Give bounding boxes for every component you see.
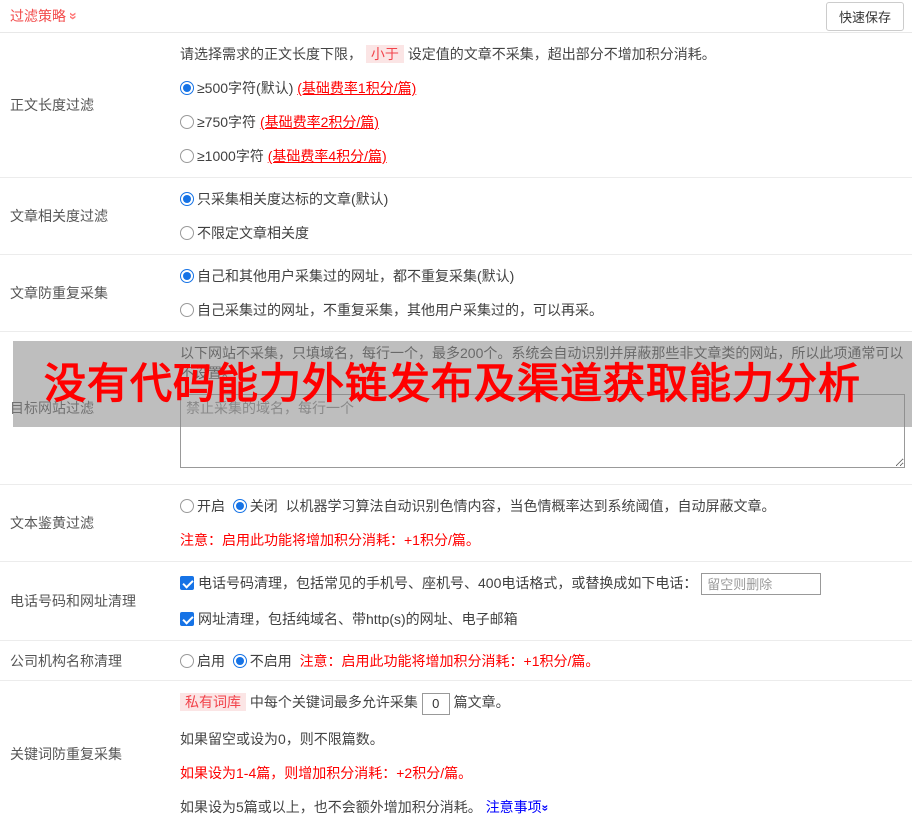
porn-filter-content: 开启 关闭 以机器学习算法自动识别色情内容，当色情概率达到系统阈值，自动屏蔽文章…: [170, 485, 912, 561]
row-company-cleanup: 公司机构名称清理 启用 不启用 注意：启用此功能将增加积分消耗：+1积分/篇。: [0, 641, 912, 681]
dedupe-label: 文章防重复采集: [0, 255, 170, 331]
notice-link-label: 注意事项: [486, 799, 542, 815]
radio-750[interactable]: [180, 115, 194, 129]
replacement-phone-input[interactable]: [701, 573, 821, 595]
radio-porn-on[interactable]: [180, 499, 194, 513]
length-desc-pre: 请选择需求的正文长度下限，: [180, 46, 362, 62]
notice-link[interactable]: 注意事项»: [486, 799, 549, 815]
relevance-option-strict[interactable]: 只采集相关度达标的文章(默认): [180, 182, 902, 216]
company-cleanup-label: 公司机构名称清理: [0, 641, 170, 680]
row-relevance-filter: 文章相关度过滤 只采集相关度达标的文章(默认) 不限定文章相关度: [0, 178, 912, 255]
length-filter-content: 请选择需求的正文长度下限， 小于 设定值的文章不采集，超出部分不增加积分消耗。 …: [170, 33, 912, 177]
porn-option-on-label[interactable]: 开启: [197, 498, 225, 514]
keyword-limit-line: 私有词库 中每个关键词最多允许采集 篇文章。: [180, 685, 902, 721]
row-porn-filter: 文本鉴黄过滤 开启 关闭 以机器学习算法自动识别色情内容，当色情概率达到系统阈值…: [0, 485, 912, 562]
relevance-filter-label: 文章相关度过滤: [0, 178, 170, 254]
dedupe-option-self-label[interactable]: 自己采集过的网址，不重复采集，其他用户采集过的，可以再采。: [197, 302, 603, 318]
radio-dedupe-self[interactable]: [180, 303, 194, 317]
length-option-1000[interactable]: ≥1000字符 (基础费率4积分/篇): [180, 139, 902, 173]
company-cleanup-content: 启用 不启用 注意：启用此功能将增加积分消耗：+1积分/篇。: [170, 641, 912, 680]
keyword-limit-suffix: 篇文章。: [454, 694, 510, 710]
row-length-filter: 正文长度过滤 请选择需求的正文长度下限， 小于 设定值的文章不采集，超出部分不增…: [0, 33, 912, 178]
row-dedupe: 文章防重复采集 自己和其他用户采集过的网址，都不重复采集(默认) 自己采集过的网…: [0, 255, 912, 332]
target-site-desc: 以下网站不采集，只填域名，每行一个，最多200个。系统会自动识别并屏蔽那些非文章…: [180, 336, 905, 390]
dedupe-content: 自己和其他用户采集过的网址，都不重复采集(默认) 自己采集过的网址，不重复采集，…: [170, 255, 912, 331]
length-filter-desc: 请选择需求的正文长度下限， 小于 设定值的文章不采集，超出部分不增加积分消耗。: [180, 37, 902, 71]
porn-filter-note: 注意：启用此功能将增加积分消耗：+1积分/篇。: [180, 523, 902, 557]
keyword-note-5plus-text: 如果设为5篇或以上，也不会额外增加积分消耗。: [180, 799, 482, 815]
porn-filter-label: 文本鉴黄过滤: [0, 485, 170, 561]
relevance-filter-content: 只采集相关度达标的文章(默认) 不限定文章相关度: [170, 178, 912, 254]
porn-option-off-label[interactable]: 关闭: [250, 498, 278, 514]
radio-relevance-any[interactable]: [180, 226, 194, 240]
target-site-content: 以下网站不采集，只填域名，每行一个，最多200个。系统会自动识别并屏蔽那些非文章…: [170, 332, 912, 484]
radio-company-on[interactable]: [180, 654, 194, 668]
section-title-filter-strategy[interactable]: 过滤策略 »: [10, 6, 78, 26]
company-option-on-label[interactable]: 启用: [197, 653, 225, 669]
phone-cleanup-line: 电话号码清理，包括常见的手机号、座机号、400电话格式，或替换成如下电话：: [180, 566, 902, 602]
keyword-note-5plus-line: 如果设为5篇或以上，也不会额外增加积分消耗。 注意事项»: [180, 790, 902, 824]
company-option-off-label[interactable]: 不启用: [250, 653, 292, 669]
relevance-option-strict-label[interactable]: 只采集相关度达标的文章(默认): [197, 191, 388, 207]
relevance-option-any[interactable]: 不限定文章相关度: [180, 216, 902, 250]
row-phone-url-cleanup: 电话号码和网址清理 电话号码清理，包括常见的手机号、座机号、400电话格式，或替…: [0, 562, 912, 641]
radio-porn-off-selected[interactable]: [233, 499, 247, 513]
keyword-dedupe-label: 关键词防重复采集: [0, 681, 170, 827]
length-option-1000-label[interactable]: ≥1000字符: [197, 148, 264, 164]
private-lexicon-tag: 私有词库: [180, 693, 246, 711]
section-header: 过滤策略 » 快速保存: [0, 0, 912, 33]
section-title-label: 过滤策略: [10, 6, 66, 26]
length-desc-post: 设定值的文章不采集，超出部分不增加积分消耗。: [408, 46, 716, 62]
length-filter-label: 正文长度过滤: [0, 33, 170, 177]
dedupe-option-all-users[interactable]: 自己和其他用户采集过的网址，都不重复采集(默认): [180, 259, 902, 293]
row-target-site-filter: 目标网站过滤 以下网站不采集，只填域名，每行一个，最多200个。系统会自动识别并…: [0, 332, 912, 485]
blocked-domains-textarea[interactable]: [180, 394, 905, 468]
keyword-note-zero: 如果留空或设为0，则不限篇数。: [180, 722, 902, 756]
target-site-label: 目标网站过滤: [0, 332, 170, 484]
radio-company-off-selected[interactable]: [233, 654, 247, 668]
radio-dedupe-all-selected[interactable]: [180, 269, 194, 283]
dedupe-option-all-label[interactable]: 自己和其他用户采集过的网址，都不重复采集(默认): [197, 268, 514, 284]
keyword-dedupe-content: 私有词库 中每个关键词最多允许采集 篇文章。 如果留空或设为0，则不限篇数。 如…: [170, 681, 912, 827]
quick-save-button[interactable]: 快速保存: [826, 2, 904, 31]
porn-filter-desc: 以机器学习算法自动识别色情内容，当色情概率达到系统阈值，自动屏蔽文章。: [286, 498, 776, 514]
length-option-750[interactable]: ≥750字符 (基础费率2积分/篇): [180, 105, 902, 139]
checkbox-phone-cleanup-checked[interactable]: [180, 576, 194, 590]
checkbox-url-cleanup-checked[interactable]: [180, 612, 194, 626]
relevance-option-any-label[interactable]: 不限定文章相关度: [197, 225, 309, 241]
company-cleanup-options: 启用 不启用 注意：启用此功能将增加积分消耗：+1积分/篇。: [180, 651, 599, 671]
length-option-500-label[interactable]: ≥500字符(默认): [197, 80, 293, 96]
less-than-tag: 小于: [366, 45, 404, 63]
keyword-limit-text: 中每个关键词最多允许采集: [250, 694, 418, 710]
length-option-1000-fee: (基础费率4积分/篇): [268, 148, 387, 164]
porn-filter-options: 开启 关闭 以机器学习算法自动识别色情内容，当色情概率达到系统阈值，自动屏蔽文章…: [180, 489, 902, 523]
phone-url-content: 电话号码清理，包括常见的手机号、座机号、400电话格式，或替换成如下电话： 网址…: [170, 562, 912, 640]
phone-url-label: 电话号码和网址清理: [0, 562, 170, 640]
length-option-500-fee: (基础费率1积分/篇): [297, 80, 416, 96]
keyword-note-1-4: 如果设为1-4篇，则增加积分消耗：+2积分/篇。: [180, 756, 902, 790]
chevron-double-down-icon: »: [67, 12, 81, 20]
radio-relevance-strict-selected[interactable]: [180, 192, 194, 206]
url-cleanup-line: 网址清理，包括纯域名、带http(s)的网址、电子邮箱: [180, 602, 902, 636]
row-keyword-dedupe: 关键词防重复采集 私有词库 中每个关键词最多允许采集 篇文章。 如果留空或设为0…: [0, 681, 912, 827]
link-chevron-down-icon: »: [539, 804, 551, 811]
radio-1000[interactable]: [180, 149, 194, 163]
radio-500-selected[interactable]: [180, 81, 194, 95]
length-option-750-label[interactable]: ≥750字符: [197, 114, 256, 130]
phone-cleanup-label[interactable]: 电话号码清理，包括常见的手机号、座机号、400电话格式，或替换成如下电话：: [198, 575, 697, 591]
company-cleanup-note: 注意：启用此功能将增加积分消耗：+1积分/篇。: [300, 653, 600, 669]
url-cleanup-label[interactable]: 网址清理，包括纯域名、带http(s)的网址、电子邮箱: [198, 611, 518, 627]
dedupe-option-self-only[interactable]: 自己采集过的网址，不重复采集，其他用户采集过的，可以再采。: [180, 293, 902, 327]
length-option-750-fee: (基础费率2积分/篇): [260, 114, 379, 130]
max-articles-input[interactable]: [422, 693, 450, 715]
length-option-500[interactable]: ≥500字符(默认) (基础费率1积分/篇): [180, 71, 902, 105]
